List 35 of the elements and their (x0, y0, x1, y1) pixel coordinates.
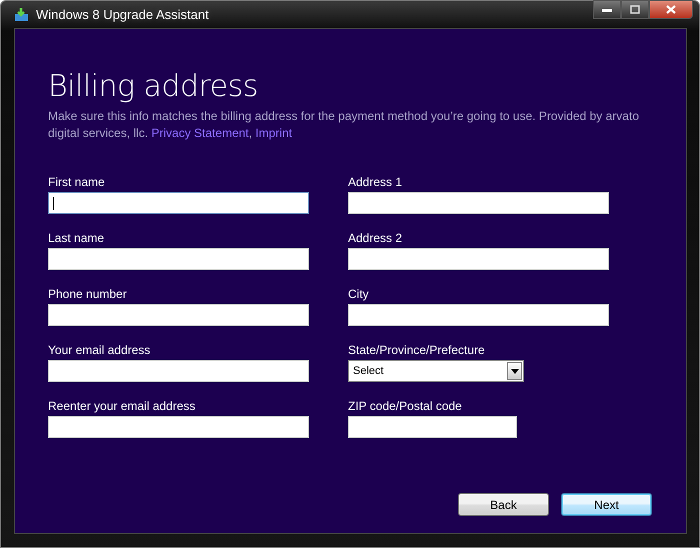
input-field[interactable] (48, 416, 309, 438)
dropdown-field[interactable]: Select (348, 360, 524, 382)
input-field[interactable] (48, 192, 309, 214)
input-field[interactable] (48, 304, 309, 326)
link[interactable]: Imprint (255, 126, 292, 140)
close-button[interactable] (649, 0, 693, 19)
field-label: Phone number (48, 287, 127, 301)
field-label: Address 2 (348, 231, 402, 245)
input-field[interactable] (48, 248, 309, 270)
link[interactable]: Privacy Statement (151, 126, 249, 140)
input-field[interactable] (348, 416, 517, 438)
maximize-button[interactable] (621, 0, 649, 19)
app-icon (14, 6, 30, 22)
button[interactable]: Next (561, 493, 652, 516)
window-title: Windows 8 Upgrade Assistant (36, 7, 209, 22)
close-icon (666, 5, 676, 14)
field-label: City (348, 287, 369, 301)
page-heading: Billing address (48, 69, 258, 104)
minimize-button[interactable] (593, 0, 621, 19)
field-label: Reenter your email address (48, 399, 196, 413)
input-field[interactable] (48, 360, 309, 382)
minimize-icon (602, 8, 612, 12)
field-label: Address 1 (348, 175, 402, 189)
button[interactable]: Back (458, 493, 549, 516)
input-field[interactable] (348, 192, 609, 214)
dropdown-arrow-icon (510, 368, 518, 374)
maximize-icon (630, 5, 640, 14)
description-text: Make sure this info matches the billing address for the payment method you’re going to use. Provided by arvato digital services, llc. Privacy Statement, Imprint (48, 108, 640, 142)
field-label: ZIP code/Postal code (348, 399, 462, 413)
input-field[interactable] (348, 304, 609, 326)
field-label: First name (48, 175, 105, 189)
field-label: State/Province/Prefecture (348, 343, 485, 357)
field-label: Your email address (48, 343, 150, 357)
field-label: Last name (48, 231, 104, 245)
input-field[interactable] (348, 248, 609, 270)
